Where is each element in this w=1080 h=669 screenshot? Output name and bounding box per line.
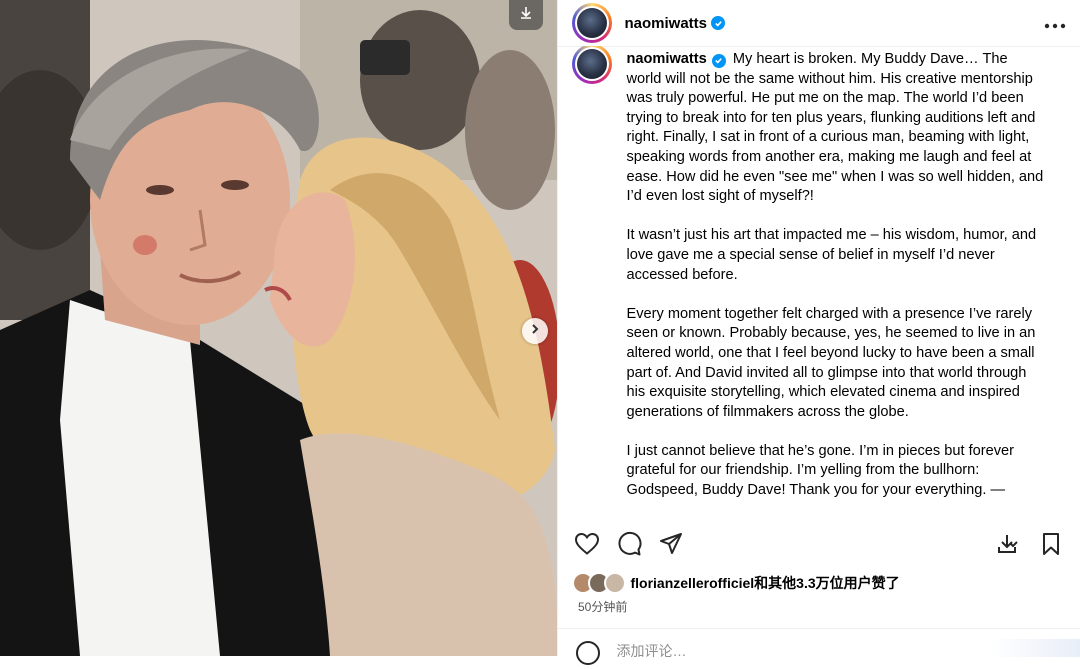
chevron-right-icon — [529, 322, 541, 340]
download-icon — [518, 5, 534, 26]
verified-badge-icon — [711, 16, 725, 30]
likes-summary[interactable]: florianzellerofficiel和其他3.3万位用户赞了 — [572, 572, 900, 594]
caption-text: naomiwatts My heart is broken. My Buddy … — [626, 50, 1046, 516]
caption-username[interactable]: naomiwatts — [626, 51, 706, 67]
photo-scene — [0, 0, 558, 656]
avatar — [604, 572, 627, 594]
avatar[interactable] — [572, 3, 613, 43]
caption-paragraph: I just cannot believe that he’s gone. I’… — [626, 442, 1014, 499]
post-header: naomiwatts — [558, 0, 1080, 47]
download-icon[interactable] — [992, 529, 1022, 559]
post-actions-bar — [572, 527, 1066, 561]
caption-paragraph: Every moment together felt charged with … — [626, 305, 1036, 420]
post-photo[interactable] — [0, 0, 558, 656]
comment-input[interactable]: 添加评论… — [616, 641, 686, 661]
post-details-panel: naomiwatts naomiwatts My heart is broken… — [557, 0, 1080, 665]
avatar[interactable] — [572, 46, 613, 84]
comment-icon[interactable] — [614, 529, 644, 559]
heart-icon[interactable] — [572, 529, 602, 559]
verified-badge-icon — [711, 53, 726, 68]
comment-bar: 添加评论… — [558, 628, 1080, 669]
caption-paragraph: It wasn’t just his art that impacted me … — [626, 227, 1037, 283]
caption-paragraph: My heart is broken. My Buddy Dave… The w… — [626, 51, 1044, 205]
carousel-next-button[interactable] — [522, 318, 548, 344]
header-username[interactable]: naomiwatts — [624, 15, 707, 32]
post-timestamp: 50分钟前 — [578, 600, 628, 614]
send-icon[interactable] — [656, 529, 686, 559]
more-options-icon[interactable] — [1044, 12, 1066, 35]
caption-scroll-area[interactable]: naomiwatts My heart is broken. My Buddy … — [572, 46, 1066, 516]
emoji-icon[interactable] — [576, 641, 601, 665]
liker-avatars — [572, 572, 627, 594]
bookmark-icon[interactable] — [1036, 529, 1066, 559]
photo-download-button[interactable] — [509, 0, 544, 30]
likes-text[interactable]: florianzellerofficiel和其他3.3万位用户赞了 — [630, 573, 899, 593]
instagram-post-view: naomiwatts naomiwatts My heart is broken… — [0, 0, 1080, 665]
